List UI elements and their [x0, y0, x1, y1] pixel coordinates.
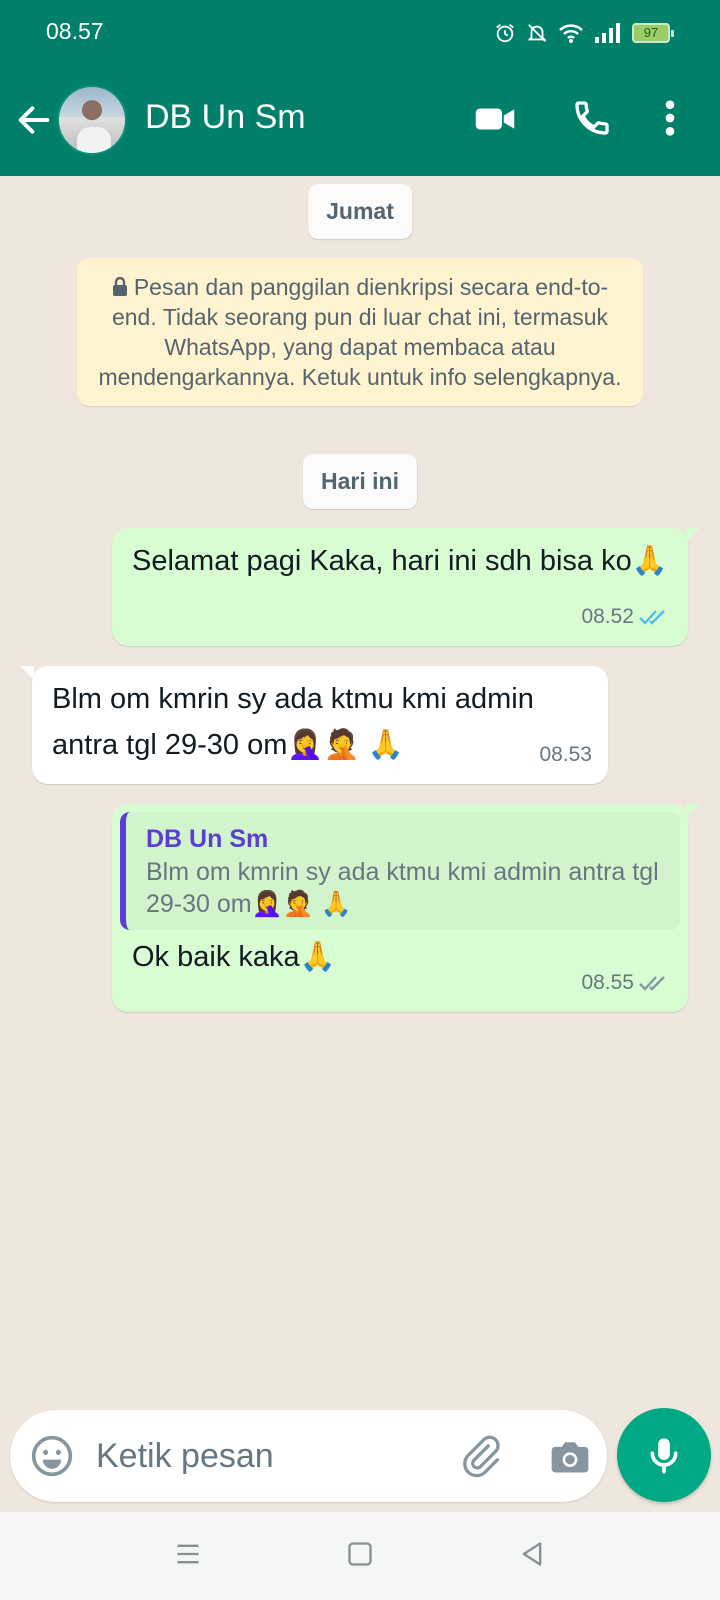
quoted-message[interactable]: DB Un Sm Blm om kmrin sy ada ktmu kmi ad…	[120, 812, 680, 930]
contact-name[interactable]: DB Un Sm	[145, 98, 306, 137]
quoted-sender: DB Un Sm	[146, 825, 269, 853]
battery-icon: 97	[632, 23, 674, 43]
video-call-icon[interactable]	[474, 98, 516, 140]
message-bubble-outgoing[interactable]: DB Un Sm Blm om kmrin sy ada ktmu kmi ad…	[112, 804, 700, 1012]
message-bubble-incoming[interactable]: Blm om kmrin sy ada ktmu kmi admin antra…	[20, 666, 608, 784]
message-meta: 08.53	[539, 732, 592, 778]
lock-icon	[112, 277, 127, 296]
attach-icon[interactable]	[458, 1432, 502, 1480]
message-input[interactable]	[96, 1430, 426, 1482]
signal-icon	[595, 23, 620, 43]
back-nav-icon[interactable]	[518, 1540, 546, 1568]
phone-call-icon[interactable]	[572, 98, 612, 138]
double-check-delivered-icon	[639, 976, 665, 991]
double-check-read-icon	[639, 610, 665, 625]
message-text: Selamat pagi Kaka, hari ini sdh bisa ko🙏	[132, 545, 668, 577]
contact-avatar[interactable]	[57, 85, 127, 155]
message-time: 08.52	[581, 605, 634, 628]
message-meta: 08.52	[581, 594, 672, 640]
status-time: 08.57	[46, 18, 104, 44]
home-icon[interactable]	[346, 1540, 374, 1568]
voice-message-button[interactable]	[617, 1408, 711, 1502]
encryption-notice-text: Pesan dan panggilan dienkripsi secara en…	[98, 274, 622, 390]
chat-header: DB Un Sm	[0, 64, 720, 176]
alarm-icon	[496, 24, 514, 43]
message-meta: 08.55	[581, 960, 672, 1006]
bell-off-icon	[527, 24, 547, 42]
message-composer	[10, 1410, 607, 1502]
encryption-notice[interactable]: Pesan dan panggilan dienkripsi secara en…	[77, 258, 643, 406]
message-bubble-outgoing[interactable]: Selamat pagi Kaka, hari ini sdh bisa ko🙏…	[112, 528, 700, 646]
microphone-icon	[650, 1438, 678, 1474]
status-icons: 97	[494, 18, 674, 48]
wifi-icon	[559, 24, 583, 43]
date-chip: Jumat	[308, 184, 412, 239]
status-bar: 08.57 97	[0, 0, 720, 64]
message-time: 08.55	[581, 971, 634, 994]
emoji-icon[interactable]	[30, 1434, 74, 1478]
system-nav-bar	[0, 1512, 720, 1600]
recent-apps-icon[interactable]	[174, 1540, 202, 1568]
camera-icon[interactable]	[548, 1434, 592, 1478]
chat-area: Jumat Pesan dan panggilan dienkripsi sec…	[0, 176, 720, 1410]
date-chip: Hari ini	[303, 454, 417, 509]
message-text: Blm om kmrin sy ada ktmu kmi admin antra…	[52, 683, 534, 761]
more-options-icon[interactable]	[664, 98, 676, 138]
back-arrow-icon[interactable]	[14, 100, 54, 140]
quoted-text: Blm om kmrin sy ada ktmu kmi admin antra…	[146, 858, 659, 918]
message-time: 08.53	[539, 743, 592, 766]
